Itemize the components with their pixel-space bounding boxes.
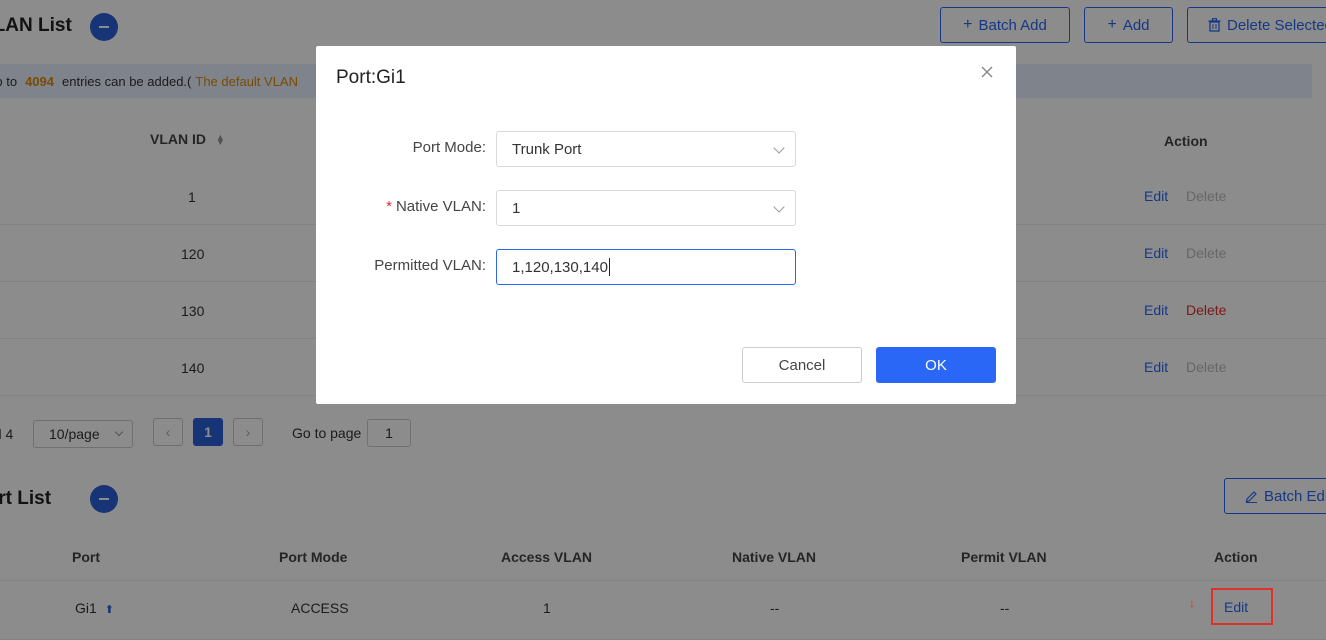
native-vlan-label: * Native VLAN:	[316, 198, 486, 215]
port-mode-select[interactable]: Trunk Port	[496, 131, 796, 167]
chevron-down-icon	[773, 142, 785, 154]
port-mode-label: Port Mode:	[412, 139, 486, 156]
required-mark: *	[386, 198, 392, 215]
permitted-vlan-label: Permitted VLAN:	[374, 257, 486, 274]
dialog-title: Port:Gi1	[336, 67, 406, 88]
port-edit-dialog: Port:Gi1 Port Mode: Trunk Port * Native V…	[316, 46, 1016, 404]
chevron-down-icon	[773, 201, 785, 213]
close-icon[interactable]	[979, 64, 995, 80]
port-mode-value: Trunk Port	[512, 140, 582, 158]
permitted-vlan-input[interactable]: 1,120,130,140	[496, 249, 796, 285]
permitted-vlan-value: 1,120,130,140	[512, 258, 608, 276]
native-vlan-label-text: Native VLAN:	[395, 198, 486, 215]
native-vlan-value: 1	[512, 199, 521, 217]
annotation-highlight-box	[1211, 588, 1273, 625]
native-vlan-select[interactable]: 1	[496, 190, 796, 226]
ok-button[interactable]: OK	[876, 347, 996, 383]
text-cursor	[608, 258, 610, 276]
annotation-arrow: ↓	[1189, 596, 1195, 610]
cancel-button[interactable]: Cancel	[742, 347, 862, 383]
